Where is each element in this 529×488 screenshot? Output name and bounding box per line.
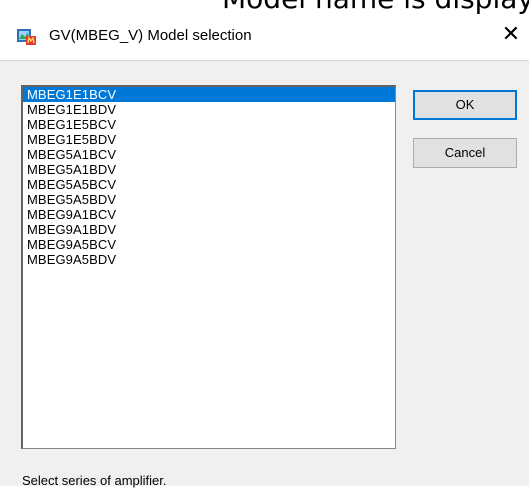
list-item[interactable]: MBEG9A1BDV bbox=[23, 222, 395, 237]
app-icon bbox=[17, 29, 36, 45]
close-icon[interactable]: ✕ bbox=[496, 20, 526, 50]
list-item[interactable]: MBEG5A1BCV bbox=[23, 147, 395, 162]
list-item[interactable]: MBEG5A5BCV bbox=[23, 177, 395, 192]
list-item[interactable]: MBEG1E1BDV bbox=[23, 102, 395, 117]
list-item[interactable]: MBEG1E5BDV bbox=[23, 132, 395, 147]
list-item[interactable]: MBEG1E5BCV bbox=[23, 117, 395, 132]
list-item[interactable]: MBEG9A5BDV bbox=[23, 252, 395, 267]
overlay-caption-text: Model name is display bbox=[222, 0, 529, 14]
overlay-caption: Model name is display bbox=[0, 0, 529, 14]
cancel-button[interactable]: Cancel bbox=[413, 138, 517, 168]
list-item[interactable]: MBEG9A5BCV bbox=[23, 237, 395, 252]
list-item[interactable]: MBEG5A5BDV bbox=[23, 192, 395, 207]
title-bar: GV(MBEG_V) Model selection ✕ bbox=[0, 14, 529, 60]
dialog-client-area: MBEG1E1BCV MBEG1E1BDV MBEG1E5BCV MBEG1E5BDV… bbox=[0, 60, 529, 488]
window-title: GV(MBEG_V) Model selection bbox=[49, 27, 252, 44]
list-item[interactable]: MBEG1E1BCV bbox=[23, 87, 395, 102]
model-listbox[interactable]: MBEG1E1BCV MBEG1E1BDV MBEG1E5BCV MBEG1E5BDV… bbox=[21, 85, 396, 449]
ok-button[interactable]: OK bbox=[413, 90, 517, 120]
list-item[interactable]: MBEG5A1BDV bbox=[23, 162, 395, 177]
list-item[interactable]: MBEG9A1BCV bbox=[23, 207, 395, 222]
